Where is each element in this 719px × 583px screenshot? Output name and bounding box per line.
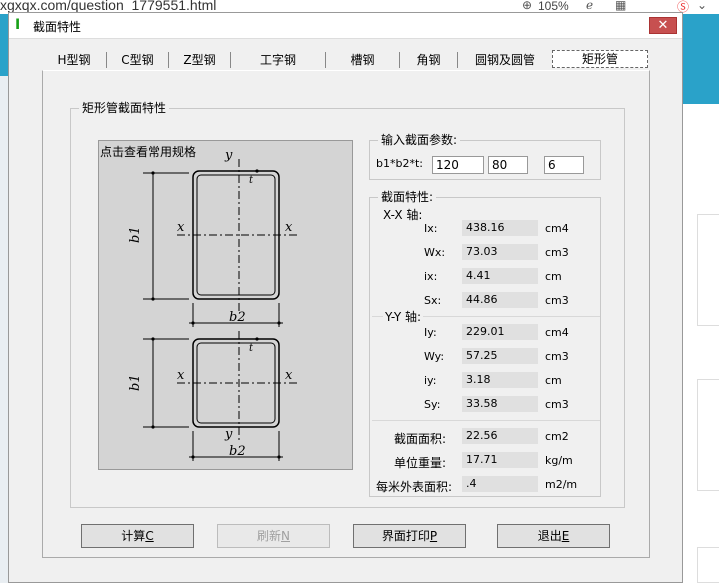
ix-value: 438.16 [462, 220, 538, 236]
ix-label: Ix: [424, 222, 438, 235]
zoom-icon[interactable]: ⊕ [522, 0, 532, 12]
tab-channel[interactable]: 槽钢 [325, 52, 399, 68]
i-beam-icon: I [15, 17, 21, 33]
print-button[interactable]: 界面打印P [353, 524, 466, 548]
b2-input[interactable]: 80 [488, 156, 528, 174]
diagram-label-b1-top: b1 [128, 226, 143, 243]
grid-icon[interactable]: ▦ [615, 0, 626, 12]
chevron-down-icon[interactable]: ⌄ [697, 0, 707, 12]
diagram-label-x-left-2: x [177, 368, 185, 383]
sy-value: 33.58 [462, 396, 538, 412]
diagram-label-y-top: y [224, 148, 233, 163]
diagram-label-b2-bottom: b2 [229, 444, 246, 459]
sy-unit: cm3 [545, 398, 569, 411]
wx-unit: cm3 [545, 246, 569, 259]
sx-unit: cm3 [545, 294, 569, 307]
unit-weight-label: 单位重量: [394, 456, 447, 470]
page-background-right [683, 14, 719, 583]
wy-label: Wy: [424, 350, 445, 363]
iy-radius-value: 3.18 [462, 372, 538, 388]
input-params-title: 输入截面参数: [378, 133, 461, 147]
rect-tube-drawing: y x x t b1 b2 x x t b1 y b2 [128, 148, 299, 461]
wx-label: Wx: [424, 246, 446, 259]
close-button[interactable]: ✕ [649, 17, 677, 34]
diagram-label-b2-top: b2 [229, 310, 246, 325]
unit-weight-unit: kg/m [545, 454, 573, 467]
b1-input[interactable]: 120 [432, 156, 484, 174]
section-diagram[interactable]: 点击查看常用规格 y x x t b1 b2 x x t b1 y b2 [98, 140, 353, 470]
surface-area-value: .4 [462, 476, 538, 492]
page-background-left [0, 14, 8, 583]
diagram-label-t-bottom: t [249, 343, 254, 354]
tab-round-pipe[interactable]: 圆钢及圆管 [457, 52, 552, 68]
tab-h-steel[interactable]: H型钢 [42, 52, 106, 68]
b1-b2-t-label: b1*b2*t: [376, 157, 423, 170]
surface-area-unit: m2/m [545, 478, 578, 491]
tab-angle[interactable]: 角钢 [399, 52, 457, 68]
tab-z-steel[interactable]: Z型钢 [168, 52, 230, 68]
area-unit: cm2 [545, 430, 569, 443]
window-title: 截面特性 [33, 20, 82, 34]
yy-axis-title: Y-Y 轴: [383, 308, 424, 325]
iy-label: Iy: [424, 326, 437, 339]
xx-axis-title: X-X 轴: [383, 208, 423, 222]
tab-i-beam[interactable]: 工字钢 [230, 52, 325, 68]
wy-value: 57.25 [462, 348, 538, 364]
iy-unit: cm4 [545, 326, 569, 339]
unit-weight-value: 17.71 [462, 452, 538, 468]
diagram-label-b1-bottom: b1 [128, 374, 143, 391]
diagram-label-y-bottom: y [224, 427, 233, 442]
sy-label: Sy: [424, 398, 441, 411]
ie-icon[interactable]: ℯ [586, 0, 593, 12]
tab-c-steel[interactable]: C型钢 [106, 52, 168, 68]
diagram-label-x-right-2: x [285, 368, 293, 383]
title-bar[interactable]: I 截面特性 ✕ [9, 13, 682, 39]
diagram-label-t-top: t [249, 175, 254, 186]
tab-rect-tube[interactable]: 矩形管 [552, 50, 648, 68]
sx-label: Sx: [424, 294, 442, 307]
tab-strip: H型钢 C型钢 Z型钢 工字钢 槽钢 角钢 圆钢及圆管 矩形管 [42, 50, 648, 70]
t-input[interactable]: 6 [544, 156, 584, 174]
surface-area-label: 每米外表面积: [376, 480, 453, 494]
diagram-label-x-left: x [177, 220, 185, 235]
iy-value: 229.01 [462, 324, 538, 340]
ix-radius-value: 4.41 [462, 268, 538, 284]
diagram-label-x-right: x [285, 220, 293, 235]
area-value: 22.56 [462, 428, 538, 444]
calc-button[interactable]: 计算C [81, 524, 194, 548]
area-label: 截面面积: [394, 432, 447, 446]
ix-unit: cm4 [545, 222, 569, 235]
exit-button[interactable]: 退出E [497, 524, 610, 548]
divider-yy [372, 420, 600, 421]
iy-radius-unit: cm [545, 374, 562, 387]
ix-radius-unit: cm [545, 270, 562, 283]
section-props-title: 截面特性: [378, 190, 437, 204]
wx-value: 73.03 [462, 244, 538, 260]
refresh-button: 刷新N [217, 524, 330, 548]
wy-unit: cm3 [545, 350, 569, 363]
iy-radius-label: iy: [424, 374, 437, 387]
sx-value: 44.86 [462, 292, 538, 308]
ix-radius-label: ix: [424, 270, 438, 283]
group-title: 矩形管截面特性 [79, 101, 170, 115]
